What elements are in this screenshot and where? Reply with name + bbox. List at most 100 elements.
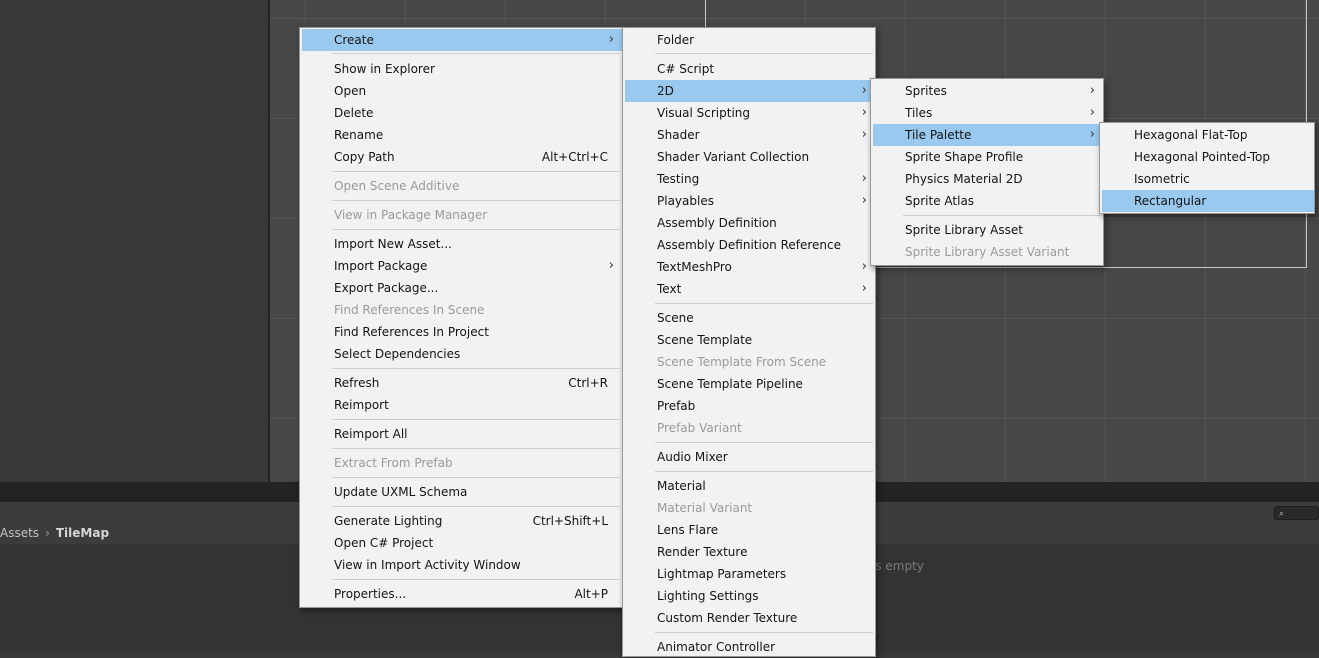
chevron-right-icon: › <box>861 193 867 208</box>
menu-item-hexagonal-flat-top[interactable]: Hexagonal Flat-Top <box>1102 124 1314 146</box>
menu-item-label: Folder <box>657 33 695 47</box>
menu-item-rectangular[interactable]: Rectangular <box>1102 190 1314 212</box>
menu-item-material-variant: Material Variant <box>625 497 875 519</box>
menu-item-refresh[interactable]: Refresh Ctrl+R <box>302 372 622 394</box>
menu-item-generate-lighting[interactable]: Generate Lighting Ctrl+Shift+L <box>302 510 622 532</box>
menu-item-label: Open <box>334 84 367 98</box>
context-menu: Create › Show in Explorer Open Delete Rename C… <box>299 27 623 608</box>
menu-item-sprite-shape-profile[interactable]: Sprite Shape Profile <box>873 146 1103 168</box>
menu-item-label: Visual Scripting <box>657 106 750 120</box>
menu-item-copy-path[interactable]: Copy Path Alt+Ctrl+C <box>302 146 622 168</box>
menu-separator <box>332 419 620 420</box>
menu-item-c-script[interactable]: C# Script <box>625 58 875 80</box>
menu-item-import-new-asset[interactable]: Import New Asset... <box>302 233 622 255</box>
menu-item-label: Custom Render Texture <box>657 611 798 625</box>
menu-item-delete[interactable]: Delete <box>302 102 622 124</box>
menu-item-label: Select Dependencies <box>334 347 461 361</box>
menu-item-label: Prefab <box>657 399 696 413</box>
menu-item-reimport[interactable]: Reimport <box>302 394 622 416</box>
menu-item-sprite-atlas[interactable]: Sprite Atlas <box>873 190 1103 212</box>
menu-item-textmeshpro[interactable]: TextMeshPro › <box>625 256 875 278</box>
project-search-field[interactable]: ⌕ <box>1274 506 1319 520</box>
breadcrumb-current[interactable]: TileMap <box>56 522 109 544</box>
menu-item-label: Refresh <box>334 376 380 390</box>
menu-item-label: TextMeshPro <box>657 260 732 274</box>
menu-item-shader[interactable]: Shader › <box>625 124 875 146</box>
menu-separator <box>332 579 620 580</box>
menu-item-physics-material-2d[interactable]: Physics Material 2D <box>873 168 1103 190</box>
menu-item-label: Copy Path <box>334 150 395 164</box>
menu-separator <box>332 506 620 507</box>
menu-item-label: Scene Template Pipeline <box>657 377 803 391</box>
menu-item-sprites[interactable]: Sprites › <box>873 80 1103 102</box>
menu-item-custom-render-texture[interactable]: Custom Render Texture <box>625 607 875 629</box>
menu-item-lens-flare[interactable]: Lens Flare <box>625 519 875 541</box>
menu-item-isometric[interactable]: Isometric <box>1102 168 1314 190</box>
menu-item-find-references-in-scene: Find References In Scene <box>302 299 622 321</box>
menu-item-create[interactable]: Create › <box>302 29 622 51</box>
menu-item-tile-palette[interactable]: Tile Palette › <box>873 124 1103 146</box>
menu-item-label: Create <box>334 33 374 47</box>
menu-item-tiles[interactable]: Tiles › <box>873 102 1103 124</box>
menu-item-label: Prefab Variant <box>657 421 742 435</box>
menu-item-audio-mixer[interactable]: Audio Mixer <box>625 446 875 468</box>
menu-item-rename[interactable]: Rename <box>302 124 622 146</box>
menu-item-open-c-project[interactable]: Open C# Project <box>302 532 622 554</box>
menu-item-2d[interactable]: 2D › <box>625 80 875 102</box>
menu-item-label: Import Package <box>334 259 428 273</box>
menu-item-label: Update UXML Schema <box>334 485 468 499</box>
menu-item-label: Material <box>657 479 706 493</box>
menu-item-show-in-explorer[interactable]: Show in Explorer <box>302 58 622 80</box>
menu-item-update-uxml-schema[interactable]: Update UXML Schema <box>302 481 622 503</box>
menu-item-prefab[interactable]: Prefab <box>625 395 875 417</box>
menu-item-label: Audio Mixer <box>657 450 728 464</box>
menu-item-label: Export Package... <box>334 281 439 295</box>
menu-item-scene-template[interactable]: Scene Template <box>625 329 875 351</box>
menu-item-select-dependencies[interactable]: Select Dependencies <box>302 343 622 365</box>
menu-separator <box>332 53 620 54</box>
menu-item-export-package[interactable]: Export Package... <box>302 277 622 299</box>
menu-item-label: Assembly Definition <box>657 216 777 230</box>
menu-item-shortcut: Alt+Ctrl+C <box>541 150 608 164</box>
menu-item-label: Playables <box>657 194 714 208</box>
breadcrumb-root[interactable]: Assets <box>0 522 39 544</box>
menu-separator <box>332 477 620 478</box>
menu-item-import-package[interactable]: Import Package › <box>302 255 622 277</box>
menu-item-material[interactable]: Material <box>625 475 875 497</box>
menu-item-scene-template-pipeline[interactable]: Scene Template Pipeline <box>625 373 875 395</box>
menu-item-open-scene-additive: Open Scene Additive <box>302 175 622 197</box>
menu-separator <box>655 471 873 472</box>
menu-item-label: Scene Template <box>657 333 753 347</box>
menu-item-shader-variant-collection[interactable]: Shader Variant Collection <box>625 146 875 168</box>
menu-item-visual-scripting[interactable]: Visual Scripting › <box>625 102 875 124</box>
menu-item-label: Properties... <box>334 587 407 601</box>
menu-item-assembly-definition[interactable]: Assembly Definition <box>625 212 875 234</box>
menu-item-properties[interactable]: Properties... Alt+P <box>302 583 622 605</box>
menu-item-text[interactable]: Text › <box>625 278 875 300</box>
menu-item-render-texture[interactable]: Render Texture <box>625 541 875 563</box>
menu-item-animator-controller[interactable]: Animator Controller <box>625 636 875 658</box>
menu-item-label: Text <box>657 282 682 296</box>
menu-item-open[interactable]: Open <box>302 80 622 102</box>
menu-item-assembly-definition-reference[interactable]: Assembly Definition Reference <box>625 234 875 256</box>
menu-item-scene-template-from-scene: Scene Template From Scene <box>625 351 875 373</box>
menu-item-playables[interactable]: Playables › <box>625 190 875 212</box>
hierarchy-panel <box>0 0 268 482</box>
menu-item-lightmap-parameters[interactable]: Lightmap Parameters <box>625 563 875 585</box>
chevron-right-icon: › <box>861 259 867 274</box>
menu-item-testing[interactable]: Testing › <box>625 168 875 190</box>
menu-item-view-in-import-activity-window[interactable]: View in Import Activity Window <box>302 554 622 576</box>
menu-item-label: Hexagonal Pointed-Top <box>1134 150 1270 164</box>
menu-item-hexagonal-pointed-top[interactable]: Hexagonal Pointed-Top <box>1102 146 1314 168</box>
menu-item-lighting-settings[interactable]: Lighting Settings <box>625 585 875 607</box>
menu-item-reimport-all[interactable]: Reimport All <box>302 423 622 445</box>
menu-item-sprite-library-asset[interactable]: Sprite Library Asset <box>873 219 1103 241</box>
chevron-right-icon: › <box>1089 105 1095 120</box>
menu-item-folder[interactable]: Folder <box>625 29 875 51</box>
menu-item-scene[interactable]: Scene <box>625 307 875 329</box>
chevron-right-icon: › <box>861 83 867 98</box>
menu-item-label: Sprite Shape Profile <box>905 150 1024 164</box>
menu-item-label: Import New Asset... <box>334 237 452 251</box>
menu-separator <box>655 53 873 54</box>
menu-item-find-references-in-project[interactable]: Find References In Project <box>302 321 622 343</box>
